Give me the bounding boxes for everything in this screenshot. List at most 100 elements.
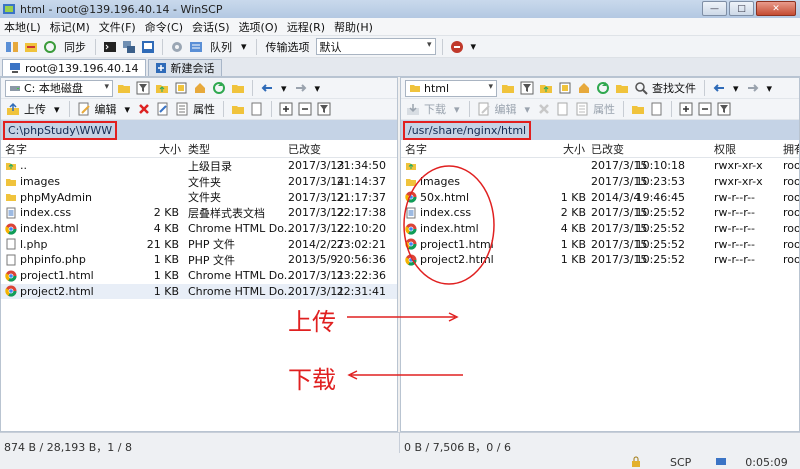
root-dir-icon[interactable] bbox=[173, 80, 189, 96]
open-folder-icon[interactable] bbox=[116, 80, 132, 96]
filter-select-icon[interactable] bbox=[316, 101, 332, 117]
select-all-icon[interactable] bbox=[278, 101, 294, 117]
new-file-icon[interactable] bbox=[649, 101, 665, 117]
col-type[interactable]: 类型 bbox=[188, 141, 210, 157]
queue-dropdown-icon[interactable]: ▾ bbox=[241, 40, 247, 53]
session-icon[interactable] bbox=[140, 39, 156, 55]
forward-dropdown-icon[interactable]: ▾ bbox=[767, 82, 773, 95]
terminal-icon[interactable] bbox=[102, 39, 118, 55]
filter-icon[interactable] bbox=[135, 80, 151, 96]
transfer-settings-dropdown-icon[interactable]: ▾ bbox=[471, 40, 477, 53]
menu-options[interactable]: 选项(O) bbox=[239, 19, 278, 35]
menu-file[interactable]: 文件(F) bbox=[99, 19, 136, 35]
edit-icon[interactable] bbox=[76, 101, 92, 117]
col-modified[interactable]: 已改变 bbox=[288, 141, 321, 157]
edit-button[interactable]: 编辑 bbox=[495, 101, 517, 117]
download-button[interactable]: 下载 bbox=[424, 101, 446, 117]
edit-dropdown-icon[interactable]: ▾ bbox=[525, 103, 531, 116]
gear-icon[interactable] bbox=[169, 39, 185, 55]
select-all-icon[interactable] bbox=[678, 101, 694, 117]
col-size[interactable]: 大小 bbox=[563, 141, 585, 157]
table-row[interactable]: 50x.html 1 KB 2014/3/419:46:45 rw-r--r-- roo… bbox=[401, 189, 799, 205]
table-row[interactable]: index.css 2 KB 层叠样式表文档 2017/3/12 22:17:38 bbox=[1, 205, 397, 221]
queue-icon[interactable] bbox=[188, 39, 204, 55]
properties-button[interactable]: 属性 bbox=[593, 101, 615, 117]
rename-icon[interactable] bbox=[555, 101, 571, 117]
remote-dir-select[interactable]: html bbox=[405, 79, 497, 97]
forward-icon[interactable] bbox=[745, 80, 761, 96]
menu-remote[interactable]: 远程(R) bbox=[287, 19, 325, 35]
bookmark-icon[interactable] bbox=[614, 80, 630, 96]
edit-button[interactable]: 编辑 bbox=[95, 101, 117, 117]
properties-icon[interactable] bbox=[174, 101, 190, 117]
back-dropdown-icon[interactable]: ▾ bbox=[281, 82, 287, 95]
table-row[interactable]: index.html 4 KB 2017/3/15 10:25:52 rw-r--r--… bbox=[401, 221, 799, 237]
col-name[interactable]: 名字 bbox=[405, 141, 427, 157]
synchronize-browsing-icon[interactable] bbox=[23, 39, 39, 55]
edit-icon[interactable] bbox=[476, 101, 492, 117]
remote-path-bar[interactable]: /usr/share/nginx/html bbox=[401, 120, 799, 140]
upload-button[interactable]: 上传 bbox=[24, 101, 46, 117]
upload-dropdown-icon[interactable]: ▾ bbox=[54, 103, 60, 116]
minimize-button[interactable]: — bbox=[702, 1, 727, 16]
delete-icon[interactable] bbox=[536, 101, 552, 117]
table-row[interactable]: .. 上级目录 2017/3/13 21:34:50 bbox=[1, 158, 397, 174]
menu-session[interactable]: 会话(S) bbox=[192, 19, 230, 35]
unselect-icon[interactable] bbox=[697, 101, 713, 117]
find-files-icon[interactable] bbox=[633, 80, 649, 96]
back-icon[interactable] bbox=[259, 80, 275, 96]
new-folder-icon[interactable] bbox=[230, 101, 246, 117]
unselect-icon[interactable] bbox=[297, 101, 313, 117]
delete-icon[interactable] bbox=[136, 101, 152, 117]
col-size[interactable]: 大小 bbox=[159, 141, 181, 157]
bookmark-icon[interactable] bbox=[230, 80, 246, 96]
properties-button[interactable]: 属性 bbox=[193, 101, 215, 117]
tab-session-root[interactable]: root@139.196.40.14 bbox=[2, 59, 146, 76]
parent-dir-icon[interactable] bbox=[154, 80, 170, 96]
new-folder-icon[interactable] bbox=[630, 101, 646, 117]
maximize-button[interactable]: □ bbox=[729, 1, 754, 16]
table-row[interactable]: project2.html 1 KB Chrome HTML Do... 2017/3… bbox=[1, 283, 397, 300]
home-icon[interactable] bbox=[192, 80, 208, 96]
table-row[interactable]: images2017/3/1510:23:53rwxr-xr-xroot bbox=[401, 174, 799, 190]
col-owner[interactable]: 拥有 bbox=[783, 141, 799, 157]
menu-mark[interactable]: 标记(M) bbox=[50, 19, 90, 35]
menu-help[interactable]: 帮助(H) bbox=[334, 19, 373, 35]
table-row[interactable]: project2.html 1 KB 2017/3/15 10:25:52 rw-r--… bbox=[401, 252, 799, 268]
queue-label[interactable]: 队列 bbox=[210, 39, 232, 55]
local-path[interactable]: C:\phpStudy\WWW bbox=[3, 120, 118, 140]
col-modified[interactable]: 已改变 bbox=[591, 141, 624, 157]
sync-icon[interactable] bbox=[42, 39, 58, 55]
refresh-icon[interactable] bbox=[211, 80, 227, 96]
filter-select-icon[interactable] bbox=[716, 101, 732, 117]
back-dropdown-icon[interactable]: ▾ bbox=[733, 82, 739, 95]
table-row[interactable]: phpinfo.php 1 KB PHP 文件 2013/5/9 20:56:36 bbox=[1, 252, 397, 268]
home-icon[interactable] bbox=[576, 80, 592, 96]
open-folder-icon[interactable] bbox=[500, 80, 516, 96]
col-rights[interactable]: 权限 bbox=[714, 141, 736, 157]
local-drive-select[interactable]: C: 本地磁盘 bbox=[5, 79, 113, 97]
root-dir-icon[interactable] bbox=[557, 80, 573, 96]
forward-icon[interactable] bbox=[293, 80, 309, 96]
table-row[interactable]: phpMyAdmin 文件夹 2017/3/12 21:17:37 bbox=[1, 189, 397, 205]
rename-icon[interactable] bbox=[155, 101, 171, 117]
edit-dropdown-icon[interactable]: ▾ bbox=[125, 103, 131, 116]
transfer-preset-select[interactable]: 默认 bbox=[315, 38, 436, 55]
table-row[interactable]: project1.html 1 KB Chrome HTML Do... 2017/3… bbox=[1, 268, 397, 284]
filter-icon[interactable] bbox=[519, 80, 535, 96]
back-icon[interactable] bbox=[711, 80, 727, 96]
table-row[interactable]: index.css 2 KB 2017/3/15 10:25:52 rw-r--r-- r… bbox=[401, 205, 799, 221]
menu-local[interactable]: 本地(L) bbox=[4, 19, 41, 35]
table-row[interactable]: 2017/3/1510:10:18rwxr-xr-xroot bbox=[401, 158, 799, 174]
upload-icon[interactable] bbox=[5, 101, 21, 117]
transfer-settings-icon[interactable] bbox=[449, 39, 465, 55]
properties-icon[interactable] bbox=[574, 101, 590, 117]
table-row[interactable]: project1.html 1 KB 2017/3/15 10:25:52 rw-r--… bbox=[401, 236, 799, 252]
compare-icon[interactable] bbox=[4, 39, 20, 55]
local-path-bar[interactable]: C:\phpStudy\WWW bbox=[1, 120, 397, 140]
col-name[interactable]: 名字 bbox=[5, 141, 27, 157]
new-file-icon[interactable] bbox=[249, 101, 265, 117]
remote-path[interactable]: /usr/share/nginx/html bbox=[403, 120, 532, 140]
parent-dir-icon[interactable] bbox=[538, 80, 554, 96]
table-row[interactable]: index.html 4 KB Chrome HTML Do... 2017/3/12… bbox=[1, 221, 397, 237]
